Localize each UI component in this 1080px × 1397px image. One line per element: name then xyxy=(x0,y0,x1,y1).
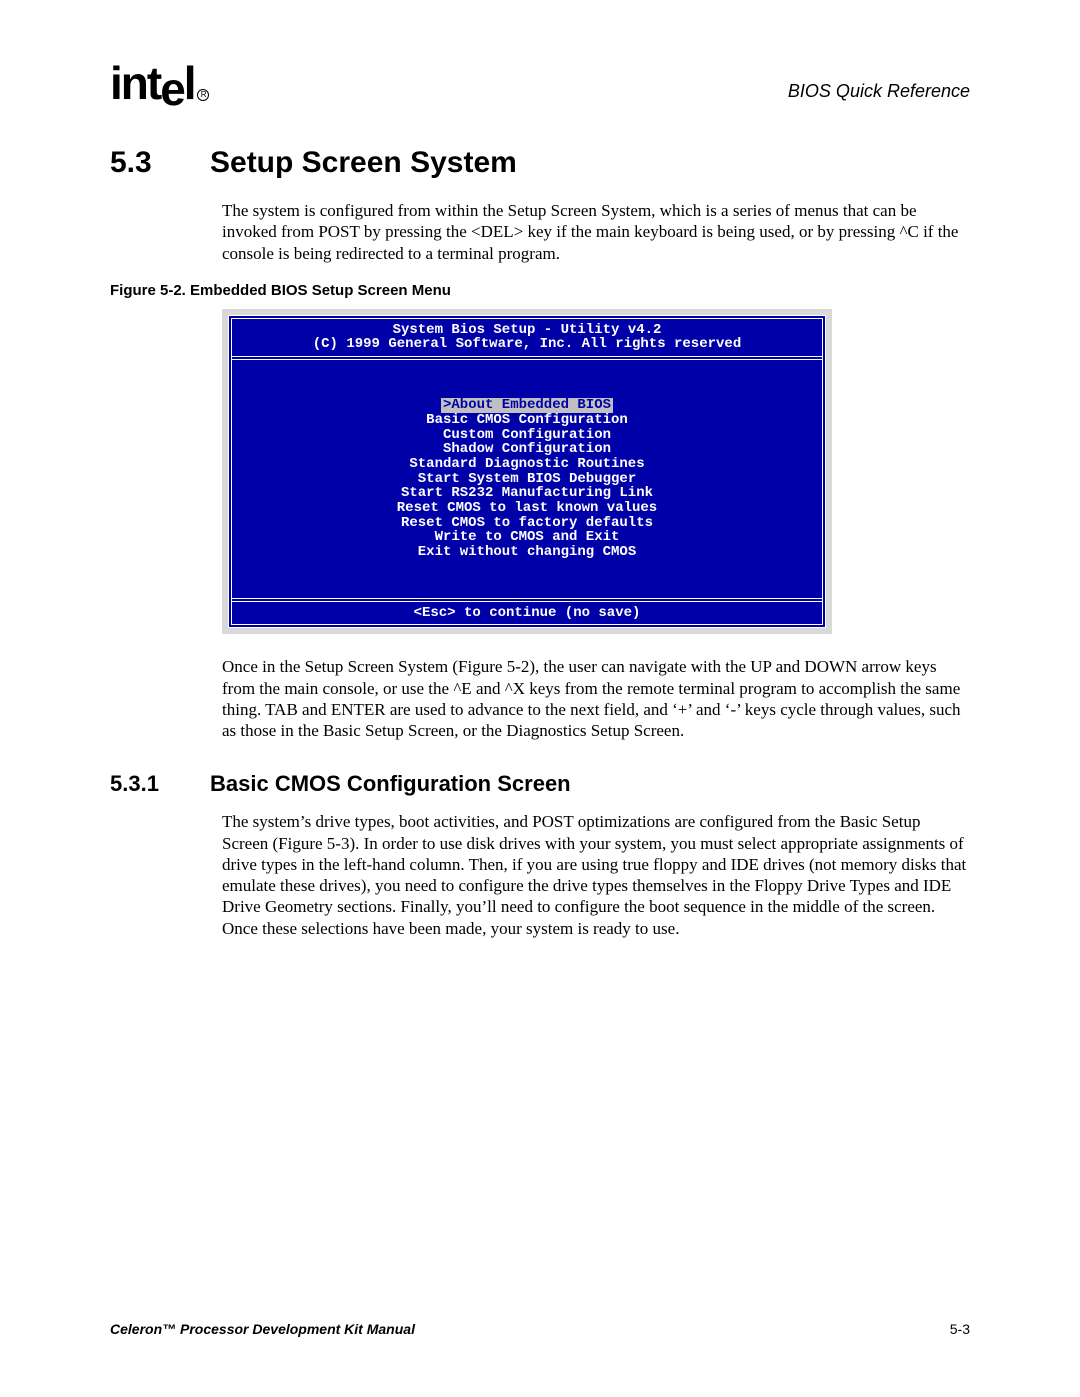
bios-footer-hint: <Esc> to continue (no save) xyxy=(232,598,822,625)
page-footer: Celeron™ Processor Development Kit Manua… xyxy=(110,1321,970,1337)
subsection-title: Basic CMOS Configuration Screen xyxy=(210,771,571,796)
bios-menu: >About Embedded BIOS Basic CMOS Configur… xyxy=(232,360,822,598)
registered-icon: R xyxy=(197,89,209,101)
logo-text-3: l xyxy=(184,57,195,109)
bios-menu-item: Start System BIOS Debugger xyxy=(232,472,822,487)
footer-doc-title: Celeron™ Processor Development Kit Manua… xyxy=(110,1321,415,1337)
bios-menu-item: Shadow Configuration xyxy=(232,442,822,457)
subsection-number: 5.3.1 xyxy=(110,771,210,797)
figure-caption: Figure 5-2. Embedded BIOS Setup Screen M… xyxy=(110,282,970,299)
footer-page-number: 5-3 xyxy=(950,1321,970,1337)
bios-menu-item: Reset CMOS to factory defaults xyxy=(232,516,822,531)
section-number: 5.3 xyxy=(110,146,210,180)
section-body: The system is configured from within the… xyxy=(222,200,970,264)
subsection-heading: 5.3.1Basic CMOS Configuration Screen xyxy=(110,771,970,797)
bios-title-bar: System Bios Setup - Utility v4.2 (C) 199… xyxy=(232,319,822,360)
section-title: Setup Screen System xyxy=(210,146,517,179)
page-header: intelR BIOS Quick Reference xyxy=(110,60,970,106)
bios-menu-item: Write to CMOS and Exit xyxy=(232,530,822,545)
subsection-paragraph: The system’s drive types, boot activitie… xyxy=(222,811,970,939)
section-paragraph-2: Once in the Setup Screen System (Figure … xyxy=(222,656,970,741)
subsection-body: The system’s drive types, boot activitie… xyxy=(222,811,970,939)
bios-screenshot-frame: System Bios Setup - Utility v4.2 (C) 199… xyxy=(222,309,832,635)
bios-title-line-2: (C) 1999 General Software, Inc. All righ… xyxy=(232,337,822,352)
section-paragraph-1: The system is configured from within the… xyxy=(222,200,970,264)
bios-menu-item-selected: >About Embedded BIOS xyxy=(441,398,613,413)
logo-text-2: e xyxy=(160,66,184,112)
bios-menu-item: Start RS232 Manufacturing Link xyxy=(232,486,822,501)
bios-menu-item: Reset CMOS to last known values xyxy=(232,501,822,516)
bios-menu-item: Custom Configuration xyxy=(232,428,822,443)
intel-logo: intelR xyxy=(110,60,209,106)
bios-menu-item: Basic CMOS Configuration xyxy=(232,413,822,428)
section-body-2: Once in the Setup Screen System (Figure … xyxy=(222,656,970,741)
logo-text-1: int xyxy=(110,57,160,109)
bios-menu-item: Exit without changing CMOS xyxy=(232,545,822,560)
bios-title-line-1: System Bios Setup - Utility v4.2 xyxy=(232,323,822,338)
bios-screen: System Bios Setup - Utility v4.2 (C) 199… xyxy=(228,315,826,629)
section-heading: 5.3Setup Screen System xyxy=(110,146,970,180)
page: intelR BIOS Quick Reference 5.3Setup Scr… xyxy=(0,0,1080,1397)
bios-menu-item: Standard Diagnostic Routines xyxy=(232,457,822,472)
header-chapter-title: BIOS Quick Reference xyxy=(788,81,970,106)
